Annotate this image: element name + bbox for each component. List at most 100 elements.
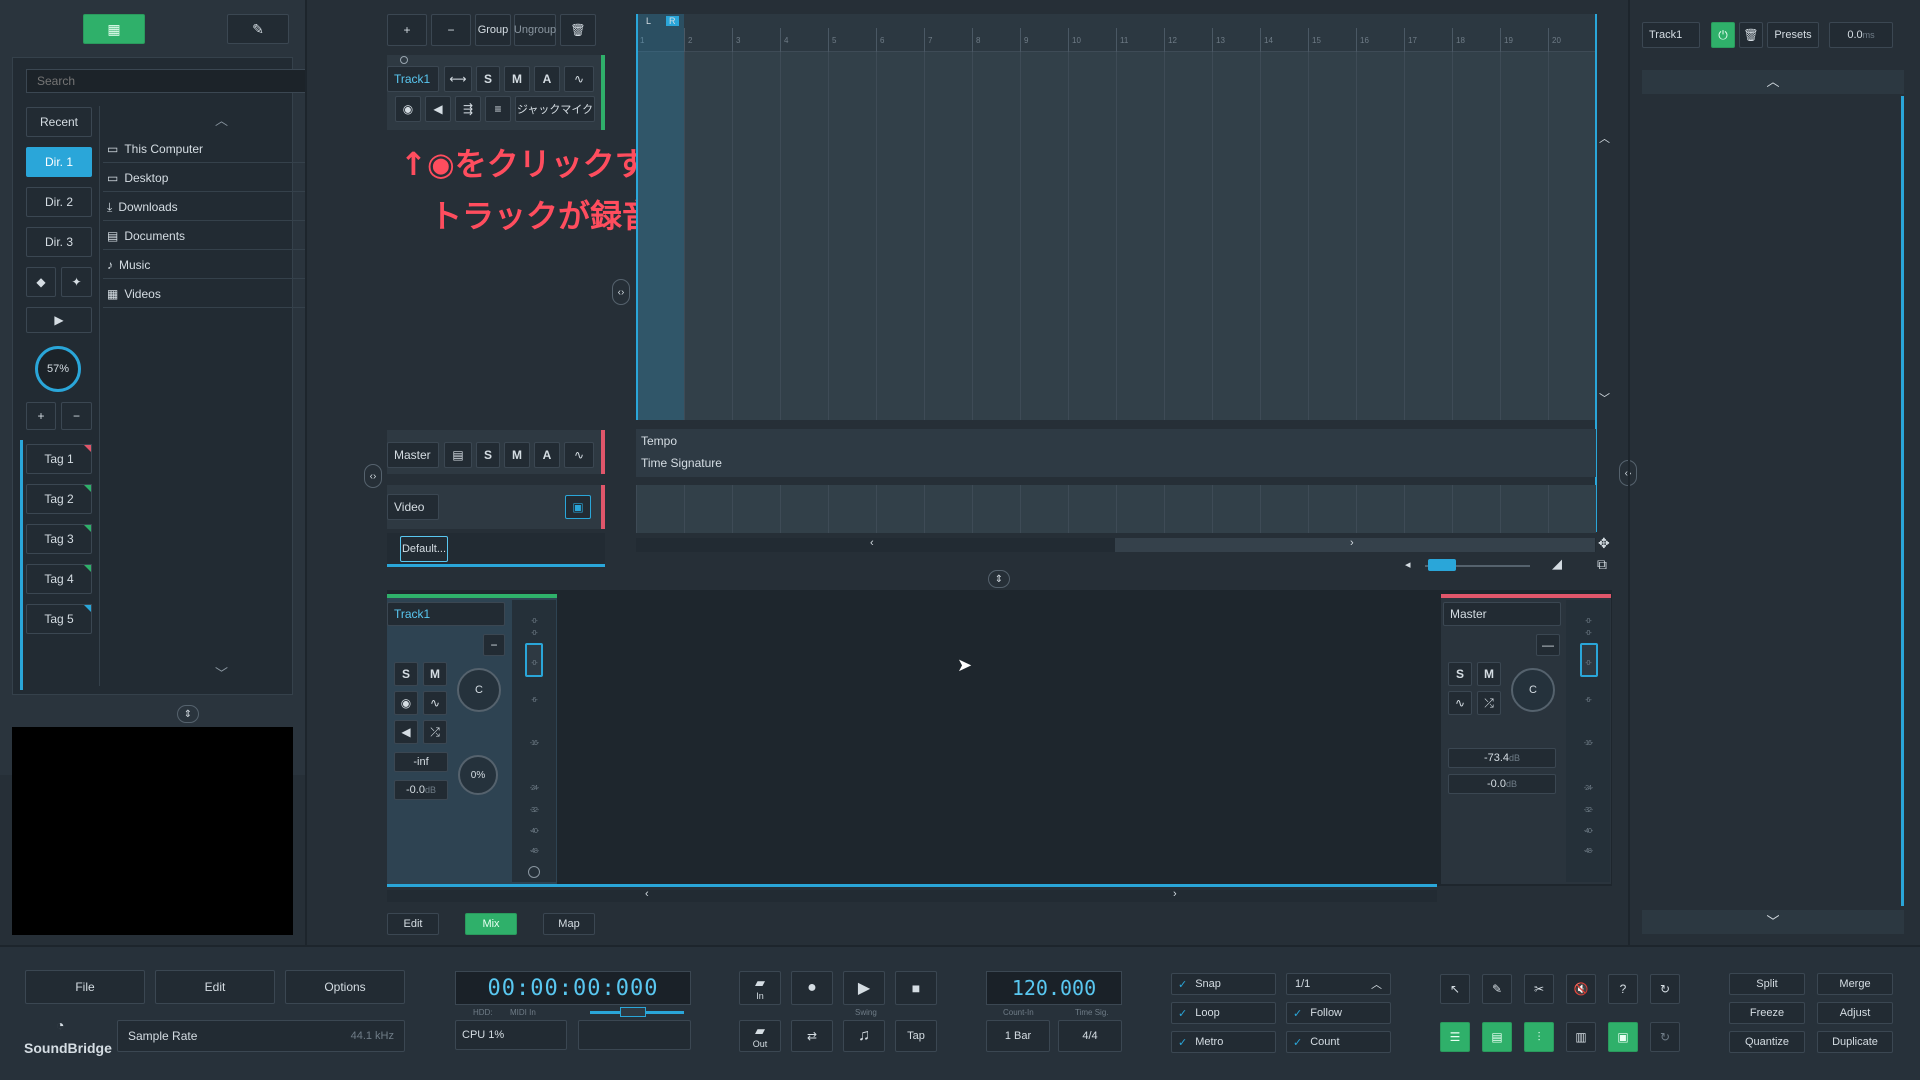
- master-notes-button[interactable]: ▤: [444, 442, 472, 468]
- mixer-scroll-left[interactable]: ‹: [645, 888, 649, 900]
- horizontal-scroll-thumb[interactable]: [1115, 538, 1595, 552]
- mixer-track1-collapse[interactable]: −: [483, 634, 505, 656]
- zoom-out-icon[interactable]: ◂: [1405, 558, 1411, 571]
- split-button[interactable]: Split: [1729, 973, 1805, 995]
- tag-item[interactable]: Tag 1: [26, 444, 92, 474]
- mixer-master-gain[interactable]: -0.0 dB: [1448, 774, 1556, 794]
- collapse-left-handle[interactable]: ‹›: [364, 464, 382, 488]
- search-input[interactable]: [26, 69, 346, 93]
- mixer-master-auto[interactable]: ∿: [1448, 691, 1472, 715]
- presets-button[interactable]: Presets: [1767, 22, 1819, 48]
- track1-input-select[interactable]: ジャックマイク: [515, 96, 595, 122]
- punch-out-button[interactable]: ▰ Out: [739, 1020, 781, 1052]
- swing-button[interactable]: ♫: [843, 1020, 885, 1052]
- side-button-dir3[interactable]: Dir. 3: [26, 227, 92, 257]
- scroll-right-icon[interactable]: ›: [1350, 537, 1354, 549]
- tempo-display[interactable]: 120.000: [986, 971, 1122, 1005]
- mixer-track1-meter-reset[interactable]: [528, 866, 540, 878]
- mixer-track1-mute[interactable]: M: [423, 662, 447, 686]
- mixer-scroll-right[interactable]: ›: [1173, 888, 1177, 900]
- menu-options[interactable]: Options: [285, 970, 405, 1004]
- sample-rate-field[interactable]: Sample Rate 44.1 kHz: [117, 1020, 405, 1052]
- mixer-track1-name[interactable]: Track1: [387, 602, 505, 626]
- ruler[interactable]: 1 2 3 4 5 6 7 8 9 10 11 12 13 14 15 16 17 18 19 20: [636, 14, 1596, 52]
- tab-map[interactable]: Map: [543, 913, 595, 935]
- timeline-area[interactable]: [636, 14, 1596, 420]
- plugins-view-button[interactable]: ✎: [227, 14, 289, 44]
- tag-item[interactable]: Tag 5: [26, 604, 92, 634]
- track-delay-field[interactable]: 0.0 ms: [1829, 22, 1893, 48]
- mixer-track1-gain[interactable]: -0.0 dB: [394, 780, 448, 800]
- record-button[interactable]: ●: [791, 971, 833, 1005]
- count-in-select[interactable]: 1 Bar: [986, 1020, 1050, 1052]
- stop-button[interactable]: ■: [895, 971, 937, 1005]
- view-device-button[interactable]: ▣: [1608, 1022, 1638, 1052]
- side-button-dir1[interactable]: Dir. 1: [26, 147, 92, 177]
- track1-input-mode-button[interactable]: ⇶: [455, 96, 481, 122]
- track1-curve-button[interactable]: ∿: [564, 66, 594, 92]
- mixer-master-solo[interactable]: S: [1448, 662, 1472, 686]
- merge-button[interactable]: Merge: [1817, 973, 1893, 995]
- view-mixer-button[interactable]: ⫶: [1524, 1022, 1554, 1052]
- delete-track-button[interactable]: 🗑: [560, 14, 596, 46]
- tap-button[interactable]: Tap: [895, 1020, 937, 1052]
- collapse-browser-handle[interactable]: ‹›: [612, 279, 630, 305]
- freeze-button[interactable]: Freeze: [1729, 1002, 1805, 1024]
- tag-item[interactable]: Tag 4: [26, 564, 92, 594]
- follow-toggle[interactable]: ✓ Follow: [1286, 1002, 1391, 1024]
- fit-icon[interactable]: ⧉: [1597, 556, 1607, 573]
- mixer-master-level[interactable]: -73.4 dB: [1448, 748, 1556, 768]
- scroll-left-icon[interactable]: ‹: [870, 537, 874, 549]
- loop-right-marker[interactable]: R: [666, 16, 679, 26]
- loop-toggle[interactable]: ✓ Loop: [1171, 1002, 1276, 1024]
- loop-record-button[interactable]: ⇄: [791, 1020, 833, 1052]
- device-track-select[interactable]: Track1: [1642, 22, 1700, 48]
- preview-play-button[interactable]: ▶: [26, 307, 92, 333]
- track-scroll-down[interactable]: ﹀: [1599, 390, 1610, 406]
- mixer-track1-solo[interactable]: S: [394, 662, 418, 686]
- pencil-tool[interactable]: ✎: [1482, 974, 1512, 1004]
- mixer-track1-auto[interactable]: ∿: [423, 691, 447, 715]
- mixer-track1-send-knob[interactable]: 0%: [458, 755, 498, 795]
- quantize-button[interactable]: Quantize: [1729, 1031, 1805, 1053]
- split-resize-handle[interactable]: ⇕: [988, 570, 1010, 588]
- pointer-tool[interactable]: ↖: [1440, 974, 1470, 1004]
- mixer-track1-record-arm[interactable]: ◉: [394, 691, 418, 715]
- mixer-track1-volume[interactable]: -inf: [394, 752, 448, 772]
- adjust-button[interactable]: Adjust: [1817, 1002, 1893, 1024]
- master-name[interactable]: Master: [387, 442, 439, 468]
- menu-edit[interactable]: Edit: [155, 970, 275, 1004]
- video-name[interactable]: Video: [387, 494, 439, 520]
- add-track-button[interactable]: +: [387, 14, 427, 46]
- mixer-master-shuffle[interactable]: ⤮: [1477, 691, 1501, 715]
- punch-in-button[interactable]: ▰ In: [739, 971, 781, 1005]
- tempo-lane[interactable]: [636, 429, 1596, 477]
- play-button[interactable]: ▶: [843, 971, 885, 1005]
- tab-mix[interactable]: Mix: [465, 913, 517, 935]
- scroll-up-icon[interactable]: ︿: [215, 110, 228, 129]
- time-sig-select[interactable]: 4/4: [1058, 1020, 1122, 1052]
- add-tag-button[interactable]: +: [26, 402, 56, 430]
- device-delete-button[interactable]: 🗑: [1739, 22, 1763, 48]
- mute-tool[interactable]: 🔇: [1566, 974, 1596, 1004]
- default-arrangement-tab[interactable]: Default...: [400, 536, 448, 562]
- track1-mute-button[interactable]: M: [504, 66, 530, 92]
- group-button[interactable]: Group: [475, 14, 511, 46]
- undo-history-button[interactable]: ↻: [1650, 974, 1680, 1004]
- video-lane[interactable]: [636, 485, 1596, 533]
- device-power-button[interactable]: ⏻: [1711, 22, 1735, 48]
- scissors-tool[interactable]: ✂: [1524, 974, 1554, 1004]
- track1-name[interactable]: Track1: [387, 66, 439, 92]
- metro-toggle[interactable]: ✓ Metro: [1171, 1031, 1276, 1053]
- scroll-down-icon[interactable]: ﹀: [215, 663, 228, 682]
- track1-route-button[interactable]: ⟷: [444, 66, 472, 92]
- track1-menu-button[interactable]: ≡: [485, 96, 511, 122]
- view-keys-button[interactable]: ▥: [1566, 1022, 1596, 1052]
- view-list-button[interactable]: ▤: [1482, 1022, 1512, 1052]
- master-curve-button[interactable]: ∿: [564, 442, 594, 468]
- mixer-track1-monitor[interactable]: ◀: [394, 720, 418, 744]
- clean-button[interactable]: ✦: [61, 267, 92, 297]
- master-volume-thumb[interactable]: [620, 1007, 646, 1017]
- redo-button[interactable]: ↻: [1650, 1022, 1680, 1052]
- device-scroll-up[interactable]: ︿: [1642, 70, 1904, 94]
